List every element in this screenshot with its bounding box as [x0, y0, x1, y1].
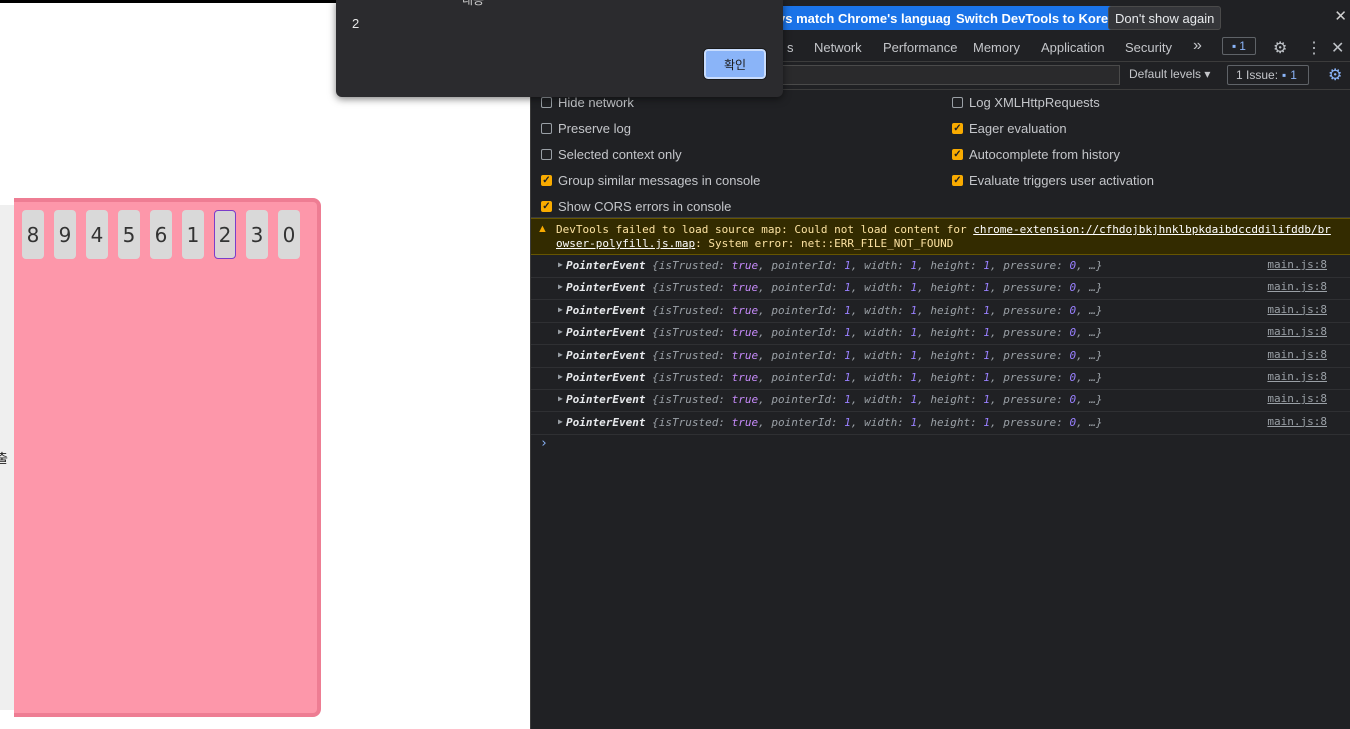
checkbox-checked[interactable]: ✓: [541, 175, 552, 186]
autocomplete-setting[interactable]: ✓ Autocomplete from history: [952, 147, 1120, 162]
log-message: PointerEvent {isTrusted: true, pointerId…: [566, 415, 1103, 429]
close-devtools-icon[interactable]: ✕: [1331, 38, 1344, 58]
expand-triangle-icon[interactable]: ▶: [558, 282, 563, 291]
log-message: PointerEvent {isTrusted: true, pointerId…: [566, 348, 1103, 362]
issues-badge[interactable]: ▪ 1: [1222, 37, 1256, 55]
close-icon[interactable]: ✕: [1334, 7, 1347, 25]
alert-dialog: 내용 2 확인: [336, 0, 783, 97]
tab-performance[interactable]: Performance: [883, 40, 957, 55]
console-prompt-icon[interactable]: ›: [540, 436, 548, 451]
expand-triangle-icon[interactable]: ▶: [558, 350, 563, 359]
number-button[interactable]: 4: [86, 210, 108, 259]
tab-memory[interactable]: Memory: [973, 40, 1020, 55]
message-icon: ▪: [1232, 39, 1237, 53]
hide-network-setting[interactable]: Hide network: [541, 95, 634, 110]
tab-sources[interactable]: s: [787, 40, 794, 55]
log-message: PointerEvent {isTrusted: true, pointerId…: [566, 281, 1103, 295]
alert-title-fragment: 내용: [462, 0, 485, 7]
log-source-link[interactable]: main.js:8: [1267, 348, 1327, 361]
expand-triangle-icon[interactable]: ▶: [558, 417, 563, 426]
log-row[interactable]: ▶ PointerEvent {isTrusted: true, pointerI…: [531, 300, 1350, 323]
preserve-log-setting[interactable]: Preserve log: [541, 121, 631, 136]
log-levels-dropdown[interactable]: Default levels ▾: [1129, 67, 1210, 81]
checkbox[interactable]: [541, 149, 552, 160]
show-cors-setting[interactable]: ✓ Show CORS errors in console: [541, 199, 731, 214]
switch-korean-button[interactable]: Switch DevTools to Korean: [950, 6, 1130, 30]
keypad-container: [14, 198, 321, 717]
log-source-link[interactable]: main.js:8: [1267, 415, 1327, 428]
issues-button[interactable]: 1 Issue: ▪ 1: [1227, 65, 1309, 85]
expand-triangle-icon[interactable]: ▶: [558, 260, 563, 269]
number-button[interactable]: 1: [182, 210, 204, 259]
checkbox-checked[interactable]: ✓: [952, 149, 963, 160]
number-button-row: 894561230: [22, 210, 300, 259]
alert-ok-button[interactable]: 확인: [703, 48, 767, 80]
log-row[interactable]: ▶ PointerEvent {isTrusted: true, pointerI…: [531, 412, 1350, 435]
log-row[interactable]: ▶ PointerEvent {isTrusted: true, pointerI…: [531, 322, 1350, 346]
log-message: PointerEvent {isTrusted: true, pointerId…: [566, 303, 1103, 317]
match-language-button[interactable]: ys match Chrome's language: [772, 6, 965, 30]
more-tabs-icon[interactable]: »: [1193, 37, 1202, 55]
log-source-link[interactable]: main.js:8: [1267, 280, 1327, 293]
checkbox-checked[interactable]: ✓: [541, 201, 552, 212]
expand-triangle-icon[interactable]: ▶: [558, 372, 563, 381]
number-button[interactable]: 2: [214, 210, 236, 259]
issues-badge-count: 1: [1239, 39, 1246, 53]
group-similar-setting[interactable]: ✓ Group similar messages in console: [541, 173, 760, 188]
log-source-link[interactable]: main.js:8: [1267, 392, 1327, 405]
number-button[interactable]: 8: [22, 210, 44, 259]
number-button[interactable]: 5: [118, 210, 140, 259]
console-warning: ▲ DevTools failed to load source map: Co…: [531, 218, 1350, 255]
selected-context-setting[interactable]: Selected context only: [541, 147, 682, 162]
alert-message: 2: [352, 16, 360, 31]
checkbox-checked[interactable]: ✓: [952, 123, 963, 134]
log-row[interactable]: ▶ PointerEvent {isTrusted: true, pointerI…: [531, 389, 1350, 413]
checkbox[interactable]: [541, 97, 552, 108]
log-source-link[interactable]: main.js:8: [1267, 303, 1327, 316]
log-message: PointerEvent {isTrusted: true, pointerId…: [566, 259, 1103, 272]
expand-triangle-icon[interactable]: ▶: [558, 327, 563, 336]
log-message: PointerEvent {isTrusted: true, pointerId…: [566, 371, 1103, 384]
log-row[interactable]: ▶ PointerEvent {isTrusted: true, pointerI…: [531, 277, 1350, 301]
log-row[interactable]: ▶ PointerEvent {isTrusted: true, pointerI…: [531, 345, 1350, 368]
number-button[interactable]: 6: [150, 210, 172, 259]
dont-show-again-button[interactable]: Don't show again: [1108, 6, 1222, 30]
log-message: PointerEvent {isTrusted: true, pointerId…: [566, 326, 1103, 340]
warning-icon: ▲: [537, 223, 548, 235]
log-message: PointerEvent {isTrusted: true, pointerId…: [566, 393, 1103, 407]
number-button[interactable]: 0: [278, 210, 300, 259]
checkbox[interactable]: [541, 123, 552, 134]
devtools-panel: ys match Chrome's language Switch DevToo…: [530, 0, 1350, 729]
log-source-link[interactable]: main.js:8: [1267, 325, 1327, 338]
expand-triangle-icon[interactable]: ▶: [558, 305, 563, 314]
issues-label: 1 Issue:: [1236, 68, 1279, 82]
issues-count: 1: [1290, 68, 1297, 82]
kebab-menu-icon[interactable]: ⋮: [1306, 38, 1322, 58]
message-icon: ▪: [1282, 68, 1287, 82]
expand-triangle-icon[interactable]: ▶: [558, 394, 563, 403]
console-settings: Hide network Preserve log Selected conte…: [531, 89, 1350, 218]
checkbox-checked[interactable]: ✓: [952, 175, 963, 186]
log-source-link[interactable]: main.js:8: [1267, 258, 1327, 271]
warning-message: DevTools failed to load source map: Coul…: [556, 223, 1331, 250]
log-source-link[interactable]: main.js:8: [1267, 370, 1327, 383]
log-row[interactable]: ▶ PointerEvent {isTrusted: true, pointerI…: [531, 255, 1350, 278]
console-settings-icon[interactable]: ⚙: [1328, 65, 1342, 85]
checkbox[interactable]: [952, 97, 963, 108]
log-xhr-setting[interactable]: Log XMLHttpRequests: [952, 95, 1100, 110]
log-row[interactable]: ▶ PointerEvent {isTrusted: true, pointerI…: [531, 367, 1350, 390]
number-button[interactable]: 3: [246, 210, 268, 259]
tab-security[interactable]: Security: [1125, 40, 1172, 55]
tab-network[interactable]: Network: [814, 40, 862, 55]
number-button[interactable]: 9: [54, 210, 76, 259]
eager-evaluation-setting[interactable]: ✓ Eager evaluation: [952, 121, 1067, 136]
evaluate-triggers-setting[interactable]: ✓ Evaluate triggers user activation: [952, 173, 1154, 188]
tab-application[interactable]: Application: [1041, 40, 1105, 55]
gear-icon[interactable]: ⚙: [1273, 38, 1287, 58]
